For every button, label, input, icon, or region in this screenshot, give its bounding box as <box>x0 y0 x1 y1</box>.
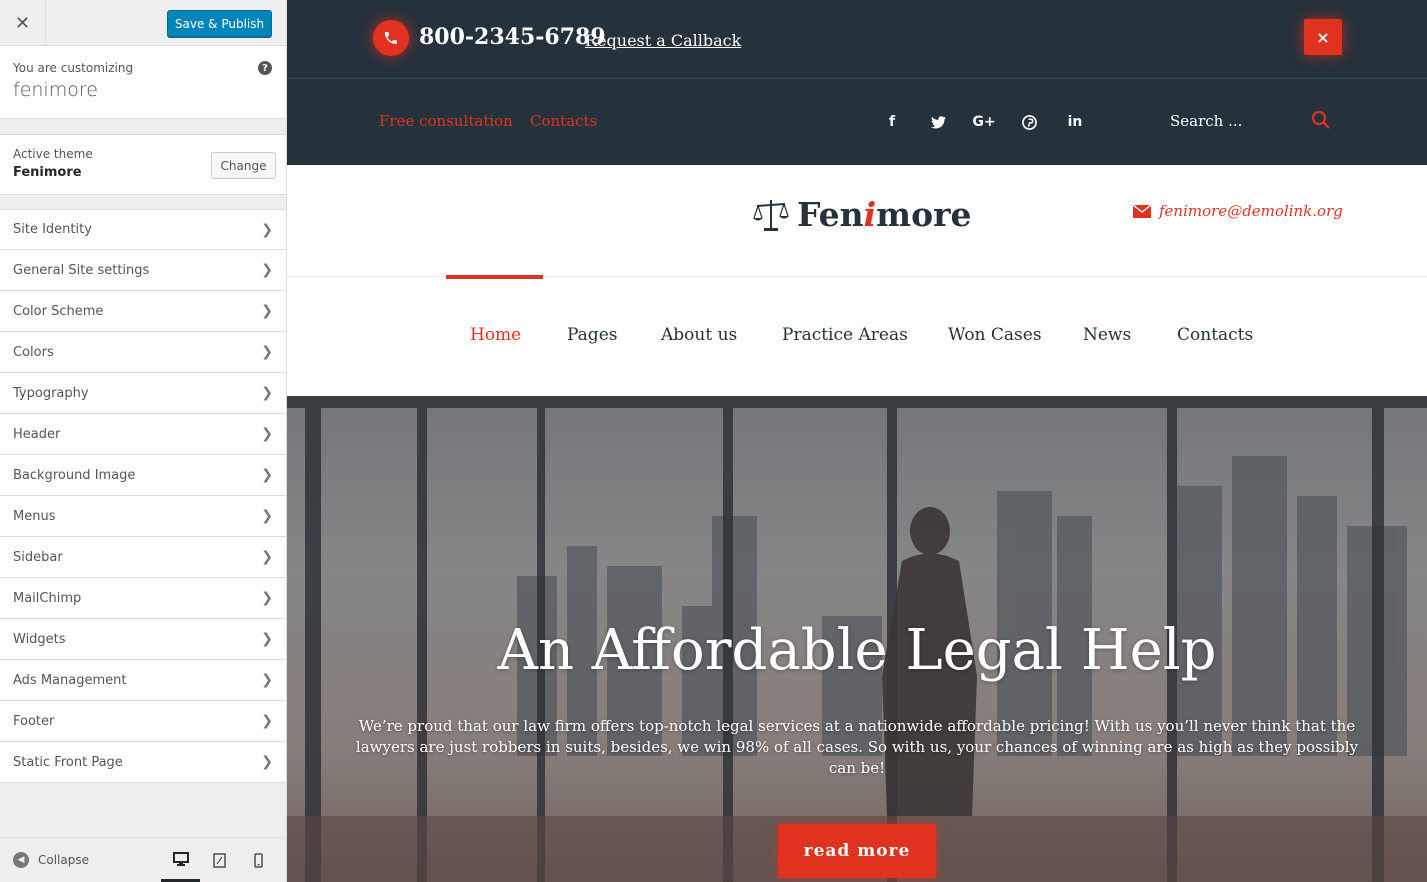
scales-icon <box>753 199 789 231</box>
nav-contacts[interactable]: Contacts <box>1177 325 1253 345</box>
chevron-right-icon: ❯ <box>261 713 273 729</box>
customizing-info: You are customizing fenimore <box>0 46 286 119</box>
section-label: Footer <box>13 713 55 729</box>
section-label: Background Image <box>13 467 136 483</box>
top-contacts-link[interactable]: Contacts <box>530 112 597 130</box>
mobile-preview-icon[interactable] <box>239 838 278 882</box>
phone-icon <box>373 20 409 56</box>
search-input[interactable]: Search ... <box>1170 112 1242 130</box>
customizing-label: You are customizing <box>13 61 134 75</box>
chevron-right-icon: ❯ <box>261 385 273 401</box>
chevron-right-icon: ❯ <box>261 426 273 442</box>
envelope-icon <box>1133 204 1151 218</box>
linkedin-icon[interactable]: in <box>1062 110 1088 134</box>
free-consultation-link[interactable]: Free consultation <box>379 112 513 130</box>
nav-home[interactable]: Home <box>470 325 521 345</box>
desktop-preview-icon[interactable] <box>161 838 200 882</box>
section-label: Menus <box>13 508 56 524</box>
nav-practice-areas[interactable]: Practice Areas <box>782 325 908 345</box>
chevron-right-icon: ❯ <box>261 549 273 565</box>
section-label: Color Scheme <box>13 303 104 319</box>
section-widgets[interactable]: Widgets ❯ <box>0 619 286 660</box>
section-label: Widgets <box>13 631 66 647</box>
section-colors[interactable]: Colors ❯ <box>0 332 286 373</box>
section-footer[interactable]: Footer ❯ <box>0 701 286 742</box>
section-label: Typography <box>13 385 89 401</box>
pinterest-icon[interactable] <box>1016 110 1042 134</box>
logo-text: Fenimore <box>797 195 972 234</box>
customizer-sidebar: ✕ Save & Publish You are customizing fen… <box>0 0 287 882</box>
section-mailchimp[interactable]: MailChimp ❯ <box>0 578 286 619</box>
section-static-front-page[interactable]: Static Front Page ❯ <box>0 742 286 783</box>
section-color-scheme[interactable]: Color Scheme ❯ <box>0 291 286 332</box>
collapse-button[interactable]: Collapse <box>38 853 89 867</box>
section-ads-management[interactable]: Ads Management ❯ <box>0 660 286 701</box>
chevron-right-icon: ❯ <box>261 672 273 688</box>
customizer-header: ✕ Save & Publish <box>0 0 286 46</box>
chevron-right-icon: ❯ <box>261 467 273 483</box>
close-icon[interactable]: ✕ <box>0 0 46 46</box>
site-header: Fenimore fenimore@demolink.org Home Page… <box>287 165 1427 396</box>
close-icon[interactable]: × <box>1304 19 1342 55</box>
change-theme-button[interactable]: Change <box>211 152 276 179</box>
hero-title: An Affordable Legal Help <box>497 618 1217 683</box>
section-menus[interactable]: Menus ❯ <box>0 496 286 537</box>
section-label: Static Front Page <box>13 754 123 770</box>
site-name: fenimore <box>13 79 98 101</box>
nav-won-cases[interactable]: Won Cases <box>948 325 1042 345</box>
section-site-identity[interactable]: Site Identity ❯ <box>0 209 286 250</box>
nav-news[interactable]: News <box>1083 325 1131 345</box>
chevron-right-icon: ❯ <box>261 631 273 647</box>
section-typography[interactable]: Typography ❯ <box>0 373 286 414</box>
active-theme-panel: Active theme Fenimore Change <box>0 134 286 195</box>
chevron-right-icon: ❯ <box>261 262 273 278</box>
save-publish-button[interactable]: Save & Publish <box>167 10 272 37</box>
section-background-image[interactable]: Background Image ❯ <box>0 455 286 496</box>
site-topbar: 800-2345-6789 Request a Callback × Free … <box>287 0 1427 165</box>
topbar-divider <box>287 78 1427 79</box>
request-callback-link[interactable]: Request a Callback <box>585 31 741 50</box>
email-address: fenimore@demolink.org <box>1159 202 1343 220</box>
read-more-button[interactable]: read more <box>778 824 936 878</box>
phone-number: 800-2345-6789 <box>419 24 606 50</box>
twitter-icon[interactable] <box>925 110 951 134</box>
collapse-icon[interactable]: ◀ <box>13 852 29 868</box>
section-header[interactable]: Header ❯ <box>0 414 286 455</box>
chevron-right-icon: ❯ <box>261 303 273 319</box>
section-label: MailChimp <box>13 590 82 606</box>
site-logo[interactable]: Fenimore <box>753 195 971 234</box>
section-sidebar[interactable]: Sidebar ❯ <box>0 537 286 578</box>
tablet-preview-icon[interactable] <box>200 838 239 882</box>
hero-section: An Affordable Legal Help We’re proud tha… <box>287 396 1427 882</box>
google-plus-icon[interactable]: G+ <box>971 110 997 134</box>
chevron-right-icon: ❯ <box>261 590 273 606</box>
section-label: Sidebar <box>13 549 63 565</box>
section-label: Colors <box>13 344 54 360</box>
nav-pages[interactable]: Pages <box>567 325 617 345</box>
email-link[interactable]: fenimore@demolink.org <box>1133 202 1343 220</box>
site-preview: 800-2345-6789 Request a Callback × Free … <box>287 0 1427 882</box>
facebook-icon[interactable]: f <box>879 110 905 134</box>
section-general-site-settings[interactable]: General Site settings ❯ <box>0 250 286 291</box>
chevron-right-icon: ❯ <box>261 344 273 360</box>
search-icon[interactable] <box>1311 110 1331 134</box>
customizer-sections: Site Identity ❯ General Site settings ❯ Co… <box>0 209 286 783</box>
chevron-right-icon: ❯ <box>261 508 273 524</box>
chevron-right-icon: ❯ <box>261 221 273 238</box>
help-icon[interactable]: ? <box>258 61 272 75</box>
chevron-right-icon: ❯ <box>261 754 273 770</box>
customizer-footer: ◀ Collapse <box>0 837 286 882</box>
section-label: Ads Management <box>13 672 127 688</box>
active-nav-indicator <box>446 275 543 279</box>
nav-about-us[interactable]: About us <box>661 325 737 345</box>
section-label: Site Identity <box>13 222 92 237</box>
device-switcher <box>161 838 278 882</box>
section-label: Header <box>13 426 61 442</box>
section-label: General Site settings <box>13 262 150 278</box>
hero-description: We’re proud that our law firm offers top… <box>355 717 1359 777</box>
